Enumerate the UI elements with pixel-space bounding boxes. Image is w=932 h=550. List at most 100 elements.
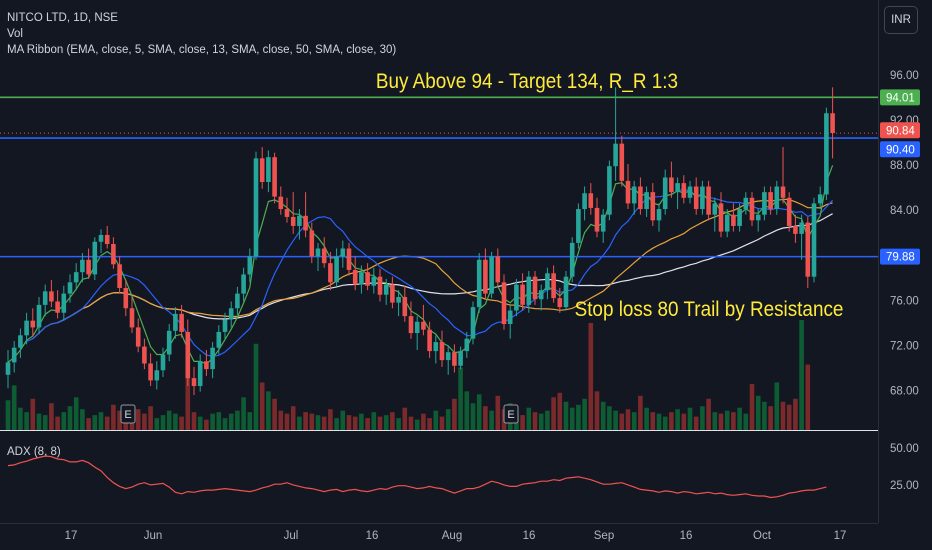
- candle-body: [799, 222, 804, 234]
- time-tick: Oct: [753, 530, 772, 542]
- candle: [476, 253, 482, 313]
- volume-bar: [489, 410, 494, 430]
- candle-body: [774, 186, 780, 210]
- volume-bar: [644, 407, 649, 430]
- candle: [501, 274, 507, 330]
- volume-bar: [210, 413, 215, 430]
- volume-bar: [693, 416, 699, 430]
- candle-body: [489, 256, 494, 294]
- volume-bar: [191, 412, 197, 430]
- price-tick: 84.00: [890, 205, 919, 217]
- candle-body: [222, 319, 228, 332]
- legend-ma: MA Ribbon (EMA, close, 5, SMA, close, 13…: [7, 44, 397, 56]
- volume-bar: [551, 397, 556, 430]
- candle-body: [613, 143, 618, 167]
- volume-bar: [675, 409, 680, 430]
- volume-bar: [563, 401, 569, 430]
- candle: [786, 192, 792, 232]
- earnings-marker-label: E: [124, 409, 131, 421]
- volume-bar: [582, 398, 587, 430]
- volume-bar: [743, 413, 749, 430]
- candle-body: [129, 308, 135, 328]
- candle-body: [780, 186, 786, 198]
- candle-body: [24, 320, 29, 336]
- candle-body: [42, 291, 48, 305]
- candle-body: [61, 293, 67, 313]
- volume-bar: [464, 391, 470, 430]
- volume-bar: [576, 404, 581, 430]
- adx-tick: 25.00: [890, 480, 919, 492]
- candle-body: [520, 284, 525, 305]
- candle-body: [49, 291, 54, 302]
- volume-bar: [309, 413, 315, 430]
- volume-bar: [61, 412, 67, 430]
- candle-body: [650, 192, 656, 221]
- candle-body: [259, 158, 265, 182]
- chart-canvas[interactable]: EE ADX (8, 8) 96.0092.0088.0084.0080.007…: [0, 0, 932, 550]
- candle: [569, 237, 575, 283]
- candle-body: [538, 290, 544, 300]
- volume-bar: [755, 395, 761, 430]
- volume-bar: [297, 416, 302, 430]
- volume-bar: [421, 413, 426, 430]
- price-label-94-text: 94.01: [886, 92, 915, 104]
- candle-body: [638, 186, 643, 210]
- time-tick: 16: [366, 530, 379, 542]
- time-tick: 16: [680, 530, 693, 542]
- candle-body: [117, 264, 122, 288]
- candle-body: [433, 342, 439, 352]
- candle-body: [5, 362, 11, 375]
- candle-body: [303, 215, 308, 231]
- candle-body: [309, 230, 315, 257]
- candle-body: [371, 276, 377, 286]
- volume-bar: [204, 419, 209, 430]
- candle-body: [142, 346, 147, 364]
- candle: [811, 197, 817, 283]
- candle-body: [390, 284, 395, 303]
- volume-bar: [328, 409, 333, 430]
- candle: [563, 271, 569, 311]
- candle-body: [365, 272, 370, 286]
- volume-bar: [173, 413, 178, 430]
- volume-bar: [793, 398, 798, 430]
- volume-bar: [346, 415, 352, 430]
- volume-bar: [687, 407, 693, 430]
- candle-body: [563, 276, 569, 308]
- volume-bar: [495, 395, 501, 430]
- volume-bar: [352, 416, 358, 430]
- volume-bar: [216, 412, 222, 430]
- candle-body: [793, 225, 798, 234]
- candle-body: [179, 313, 184, 332]
- volume-bar: [11, 385, 17, 430]
- chart-root: EE ADX (8, 8) 96.0092.0088.0084.0080.007…: [0, 0, 932, 550]
- volume-bar: [247, 412, 253, 430]
- volume-bar: [681, 413, 687, 430]
- volume-bar: [111, 404, 116, 430]
- volume-bar: [774, 382, 780, 430]
- volume-bar: [334, 418, 339, 430]
- volume-bar: [520, 415, 525, 430]
- candle-body: [111, 244, 116, 265]
- candle-body: [483, 259, 488, 294]
- candle-body: [408, 316, 414, 334]
- candle-body: [421, 321, 426, 330]
- candle-body: [619, 143, 625, 181]
- candle-body: [755, 214, 761, 221]
- legend-symbol: NITCO LTD, 1D, NSE: [7, 12, 118, 24]
- candle-body: [185, 331, 191, 379]
- volume-bar: [197, 416, 203, 430]
- volume-bar: [749, 383, 755, 430]
- candle-body: [359, 272, 364, 285]
- candle-body: [588, 193, 594, 208]
- volume-bar: [650, 412, 656, 430]
- volume-bar: [55, 416, 60, 430]
- candle-body: [135, 327, 141, 347]
- candle-body: [197, 361, 203, 387]
- candle: [824, 107, 829, 201]
- candle-body: [718, 203, 724, 232]
- volume-bar: [588, 322, 594, 430]
- volume-bar: [427, 418, 432, 430]
- volume-bar: [142, 413, 147, 430]
- currency-button[interactable]: INR: [884, 6, 918, 34]
- candle-body: [675, 183, 680, 193]
